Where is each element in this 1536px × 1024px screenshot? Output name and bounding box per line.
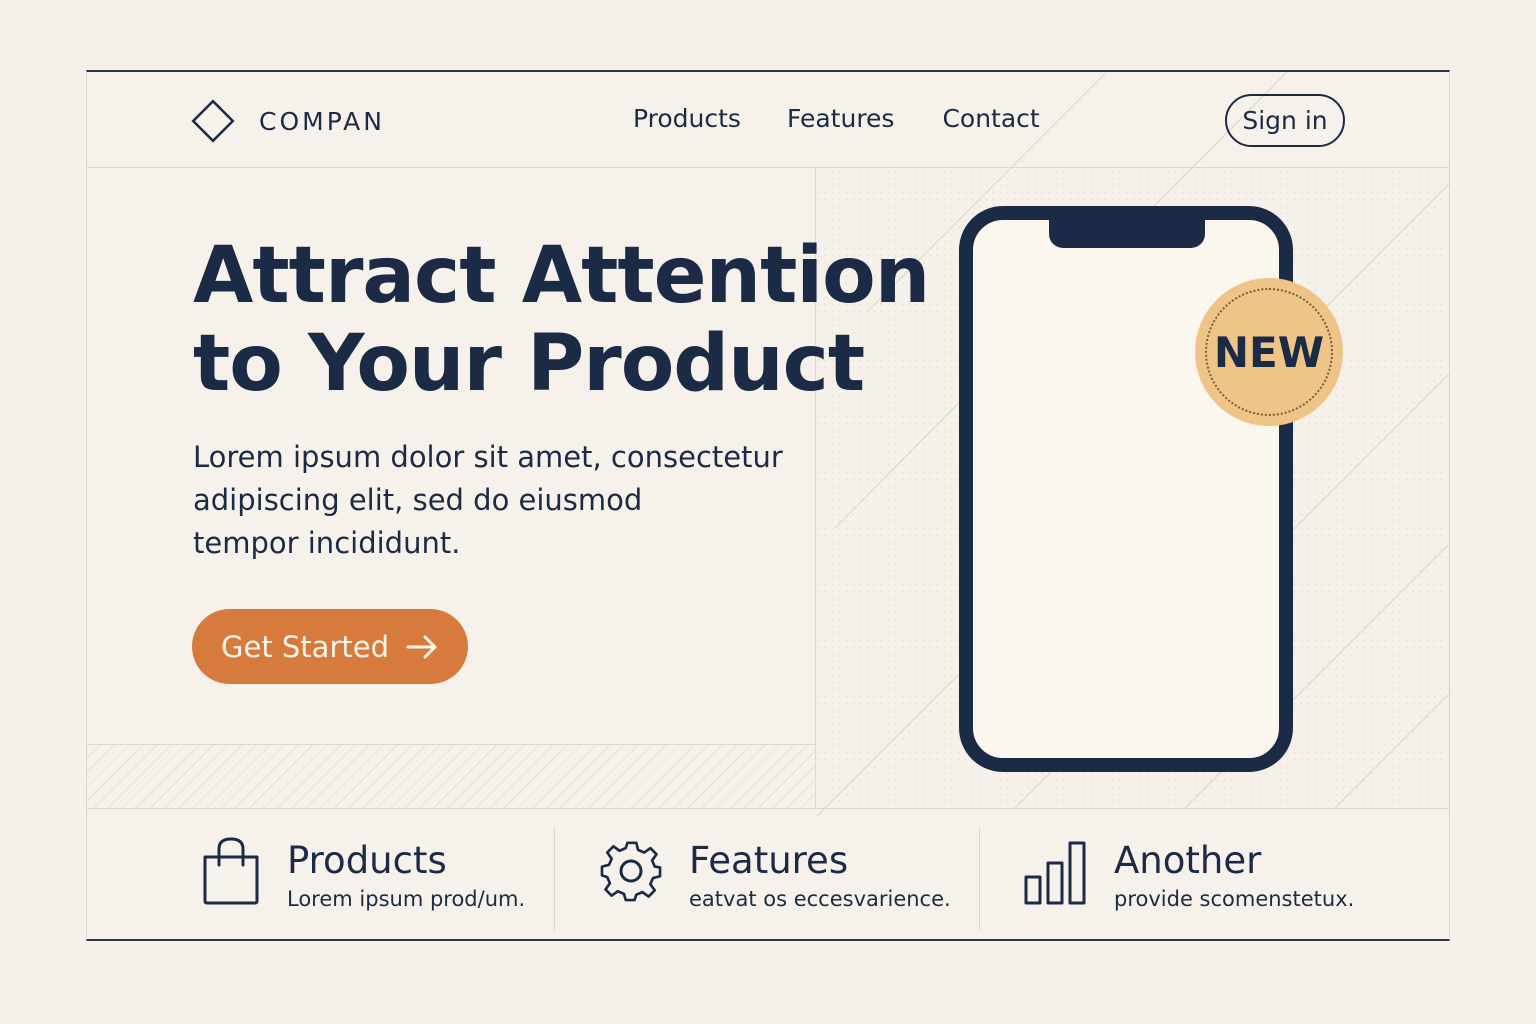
get-started-label: Get Started bbox=[221, 629, 389, 664]
nav-link-contact[interactable]: Contact bbox=[942, 104, 1039, 133]
badge-label: NEW bbox=[1205, 288, 1333, 416]
hero-description: Lorem ipsum dolor sit amet, consectetur … bbox=[193, 436, 783, 565]
description-line: Lorem ipsum dolor sit amet, consectetur bbox=[193, 440, 783, 474]
brand-logo[interactable]: COMPAN bbox=[187, 96, 385, 146]
shopping-bag-icon bbox=[203, 837, 259, 905]
feature-title: Another bbox=[1114, 839, 1262, 882]
headline-line: Attract Attention bbox=[193, 231, 930, 321]
nav-link-features[interactable]: Features bbox=[787, 104, 895, 133]
feature-description: eatvat os eccesvarience. bbox=[689, 887, 951, 911]
features-strip: Products Lorem ipsum prod/um. Features e… bbox=[87, 808, 1449, 939]
page-frame: COMPAN Products Features Contact Sign in… bbox=[86, 70, 1450, 941]
main-nav: Products Features Contact bbox=[633, 104, 1040, 133]
arrow-right-icon bbox=[406, 635, 437, 658]
feature-description: provide scomenstetux. bbox=[1114, 887, 1355, 911]
description-line: adipiscing elit, sed do eiusmod bbox=[193, 483, 643, 517]
hero-headline: Attract Attention to Your Product bbox=[193, 231, 930, 409]
phone-notch bbox=[1049, 218, 1205, 248]
headline-line: to Your Product bbox=[193, 319, 865, 409]
feature-item-another[interactable]: Another provide scomenstetux. bbox=[980, 809, 1449, 939]
gear-icon bbox=[600, 841, 662, 902]
hatch-pattern-strip bbox=[87, 744, 815, 808]
feature-title: Products bbox=[287, 839, 447, 882]
diamond-icon bbox=[191, 99, 235, 143]
feature-description: Lorem ipsum prod/um. bbox=[287, 887, 526, 911]
sign-in-button[interactable]: Sign in bbox=[1225, 94, 1345, 147]
bar-chart-icon bbox=[1024, 841, 1086, 905]
description-line: tempor incididunt. bbox=[193, 526, 461, 560]
feature-title: Features bbox=[689, 839, 849, 882]
feature-item-features[interactable]: Features eatvat os eccesvarience. bbox=[555, 809, 979, 939]
brand-name: COMPAN bbox=[259, 106, 385, 136]
get-started-button[interactable]: Get Started bbox=[192, 609, 468, 684]
new-badge: NEW bbox=[1195, 278, 1343, 426]
nav-link-products[interactable]: Products bbox=[633, 104, 741, 133]
feature-item-products[interactable]: Products Lorem ipsum prod/um. bbox=[87, 809, 555, 939]
top-navigation-bar: COMPAN Products Features Contact Sign in bbox=[87, 72, 1449, 168]
